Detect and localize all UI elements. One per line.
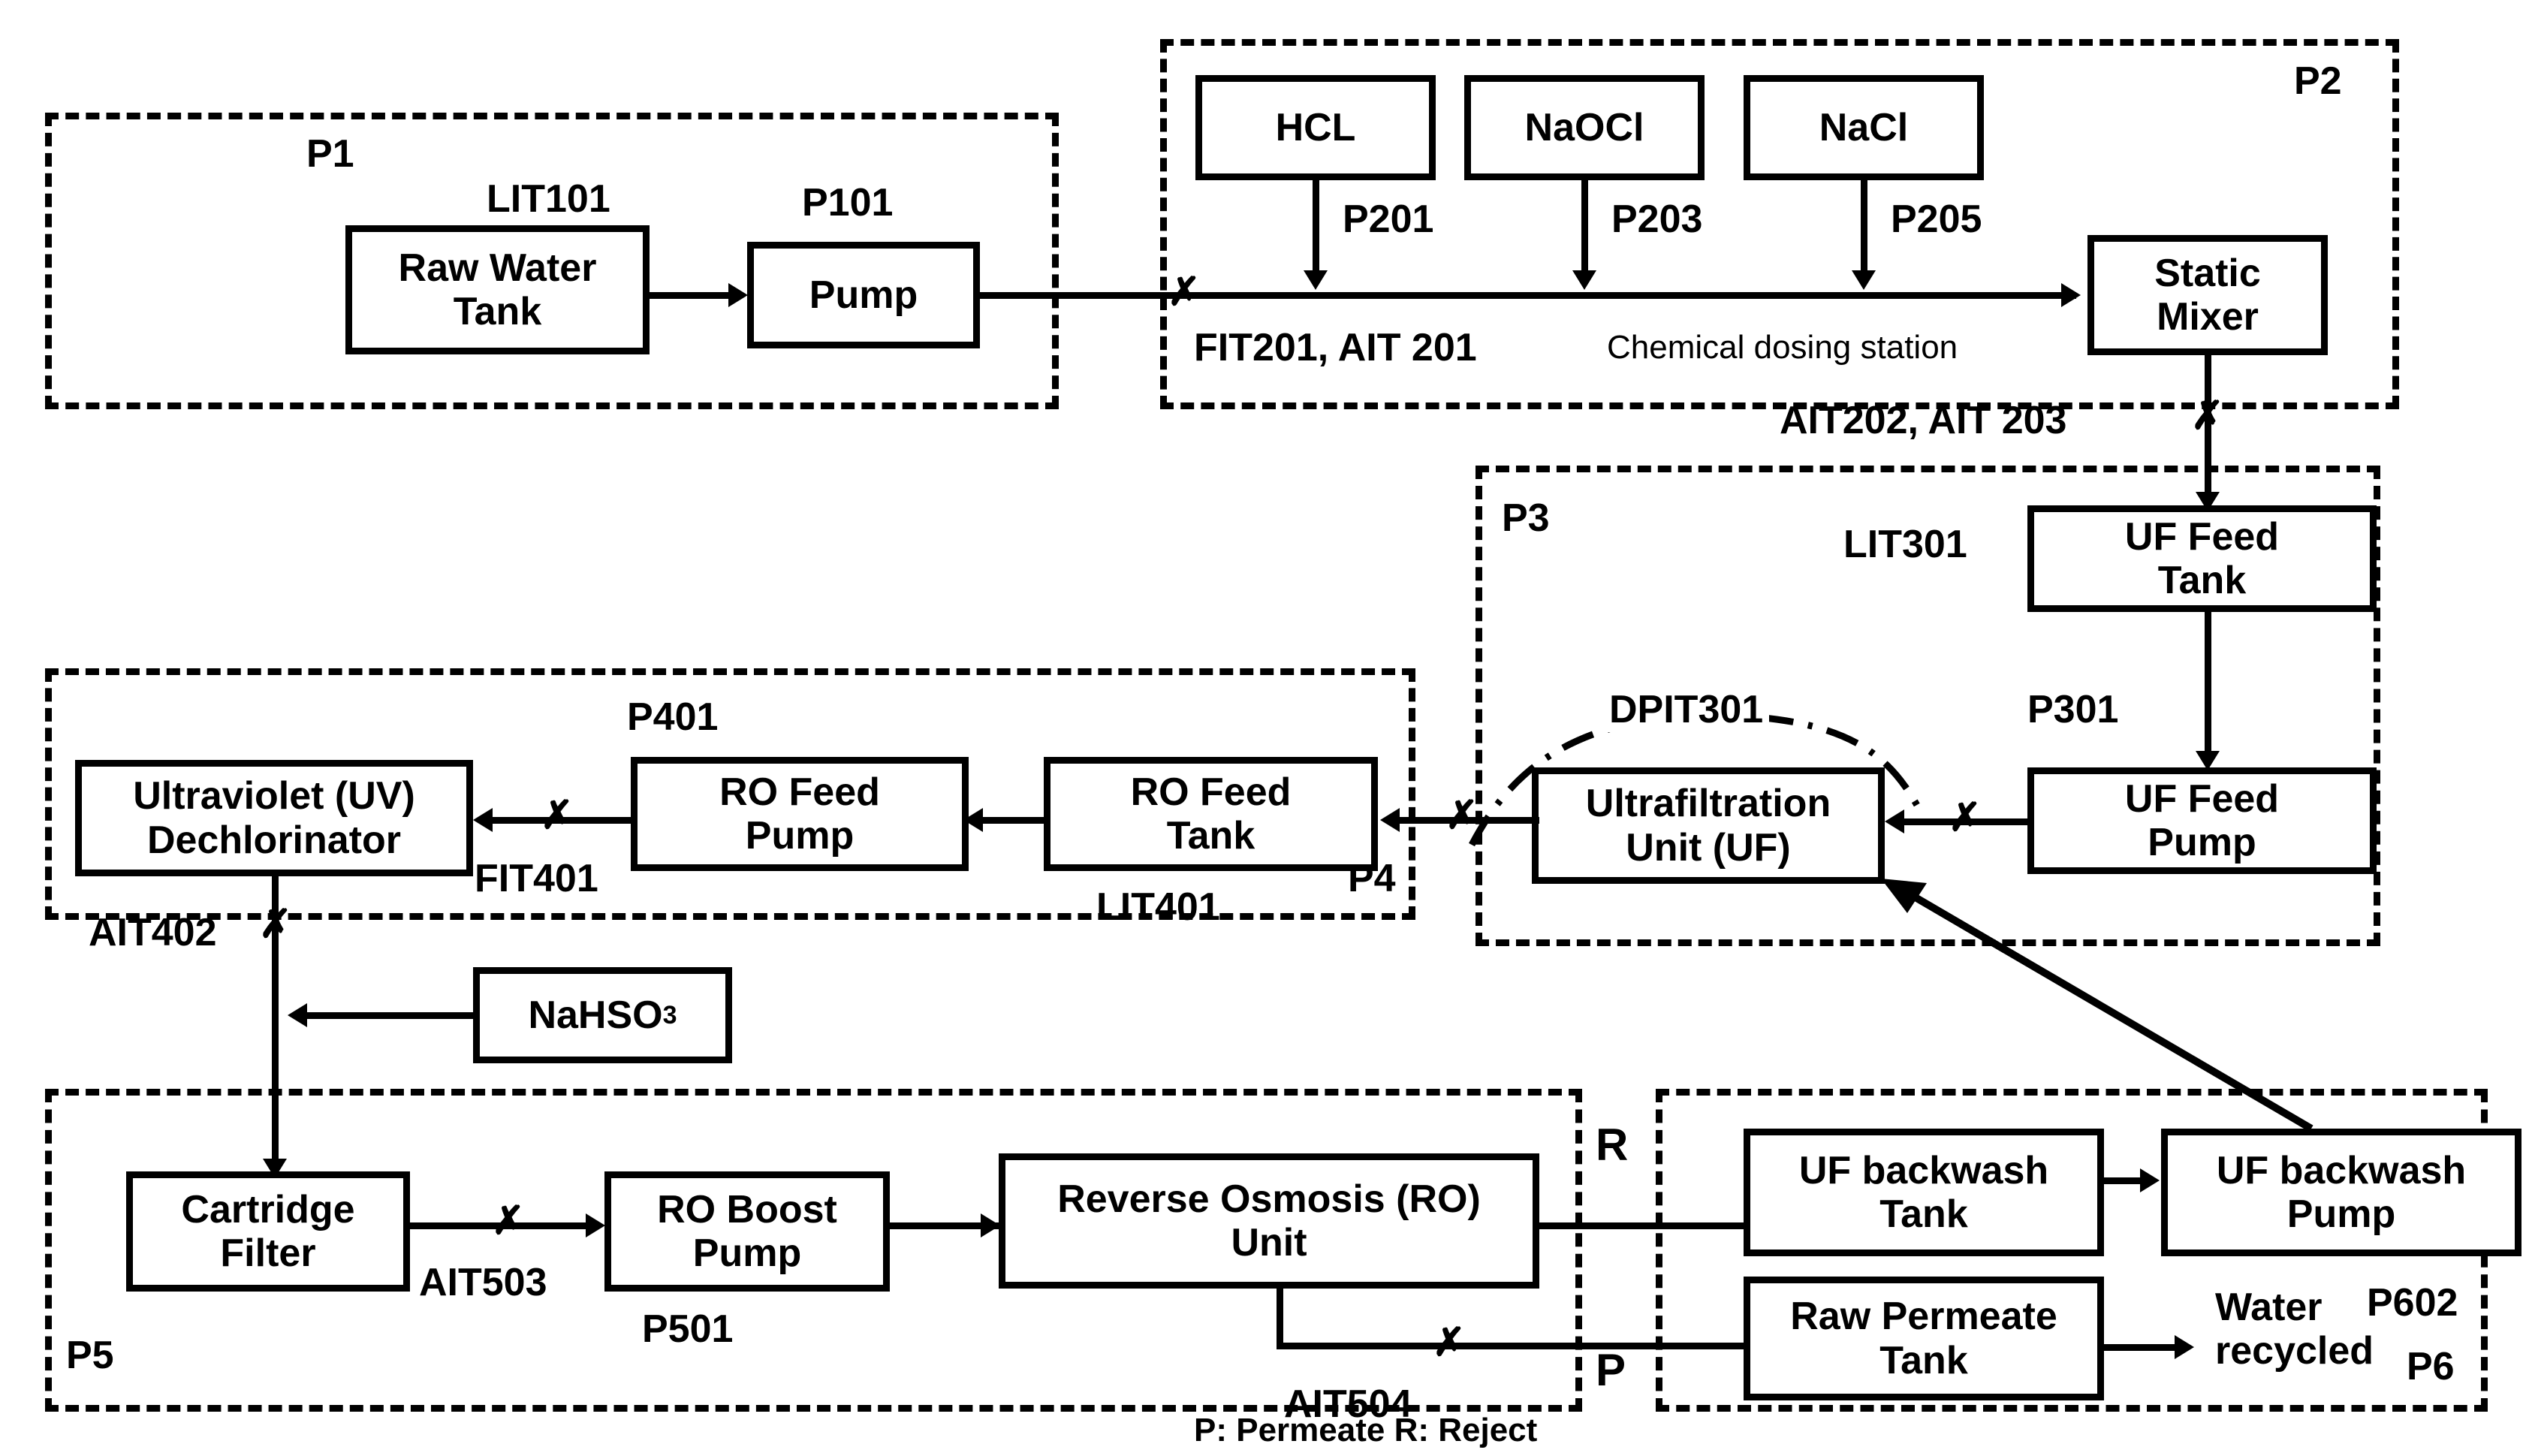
tag-p401: P401 (627, 695, 719, 739)
unit-pump: Pump (747, 242, 980, 348)
unit-uf-backwash-tank: UF backwash Tank (1744, 1129, 2104, 1256)
tag-p301: P301 (2027, 688, 2119, 731)
unit-ultrafiltration-unit: Ultrafiltration Unit (UF) (1532, 767, 1885, 884)
tag-p602: P602 (2367, 1281, 2458, 1325)
tag-p201: P201 (1343, 197, 1434, 241)
flow-uftank-to-ufpump (2205, 612, 2211, 762)
arrow-rofeedpump-to-uv (473, 808, 493, 832)
zone-p5-label: P5 (66, 1334, 114, 1377)
tag-chemical-dosing-station: Chemical dosing station (1607, 329, 1958, 366)
arrow-naocl-dose (1572, 270, 1596, 290)
unit-uf-backwash-pump: UF backwash Pump (2161, 1129, 2521, 1256)
tag-lit101: LIT101 (487, 177, 610, 221)
arrow-nahso3-dose (288, 1003, 307, 1027)
arrow-hcl-dose (1304, 270, 1328, 290)
valve-uf-outlet: ✗ (1445, 794, 1479, 837)
unit-cartridge-filter: Cartridge Filter (126, 1171, 410, 1292)
unit-uf-feed-tank: UF Feed Tank (2027, 505, 2377, 612)
arrow-ufpump-to-uf (1885, 809, 1904, 834)
tag-p501: P501 (642, 1307, 734, 1351)
flow-nahso3-dose (300, 1012, 475, 1019)
tag-lit301: LIT301 (1843, 523, 1967, 566)
tag-p101: P101 (802, 181, 894, 225)
tag-reject: R (1596, 1120, 1629, 1170)
flow-naocl-dose (1581, 180, 1588, 276)
zone-p6-label: P6 (2407, 1345, 2455, 1388)
arrow-boost-to-ro (981, 1213, 1000, 1237)
flow-hcl-dose (1313, 180, 1319, 276)
nahso3-subscript: 3 (662, 1000, 677, 1029)
unit-ro-feed-tank: RO Feed Tank (1044, 757, 1378, 871)
flow-bwtank-to-bwpump (2104, 1177, 2143, 1184)
arrow-tank-to-pump (728, 283, 748, 307)
valve-ait503: ✗ (492, 1199, 525, 1243)
flow-rofeedtank-to-pump (976, 817, 1045, 824)
unit-naocl: NaOCl (1464, 75, 1705, 180)
flow-tank-to-pump (650, 292, 732, 299)
tag-lit401: LIT401 (1096, 885, 1220, 929)
arrow-cartridge-to-boost (586, 1213, 605, 1237)
flow-ro-permeate-drop (1277, 1284, 1283, 1349)
tag-p205: P205 (1891, 197, 1982, 241)
arrow-permeate-to-recycled (2175, 1335, 2194, 1359)
unit-ro-unit: Reverse Osmosis (RO) Unit (999, 1153, 1539, 1289)
unit-nacl: NaCl (1744, 75, 1984, 180)
valve-ait504: ✗ (1433, 1321, 1466, 1364)
tag-ait202-ait203: AIT202, AIT 203 (1780, 399, 2067, 442)
unit-ro-feed-pump: RO Feed Pump (631, 757, 969, 871)
unit-ro-boost-pump: RO Boost Pump (604, 1171, 890, 1292)
flow-permeate-to-recycled (2104, 1344, 2179, 1351)
valve-fit401: ✗ (541, 794, 574, 837)
arrow-to-uf-feed-tank (2196, 492, 2220, 511)
arrow-rofeedtank-to-pump (963, 808, 983, 832)
valve-ait402: ✗ (259, 903, 292, 946)
arrow-nacl-dose (1852, 270, 1876, 290)
unit-hcl: HCL (1195, 75, 1436, 180)
unit-static-mixer: Static Mixer (2087, 235, 2328, 355)
tag-water-recycled: Water recycled (2215, 1286, 2374, 1373)
zone-p3-label: P3 (1502, 496, 1550, 540)
tag-fit401: FIT401 (475, 857, 598, 900)
arrow-uf-to-rofeedtank (1380, 808, 1400, 832)
process-flow-diagram: P1 LIT101 Raw Water Tank P101 Pump ✗ P2 … (0, 0, 2526, 1456)
valve-uf-inlet: ✗ (1949, 796, 1982, 840)
unit-nahso3: NaHSO 3 (473, 967, 732, 1063)
zone-p2-label: P2 (2294, 59, 2342, 103)
zone-p1-label: P1 (306, 132, 354, 176)
nahso3-formula: NaHSO (528, 993, 663, 1037)
tag-permeate: P (1596, 1345, 1626, 1395)
unit-raw-permeate-tank: Raw Permeate Tank (1744, 1277, 2104, 1400)
tag-p203: P203 (1611, 197, 1703, 241)
unit-uv-dechlorinator: Ultraviolet (UV) Dechlorinator (75, 760, 473, 876)
tag-ait402: AIT402 (89, 911, 217, 954)
valve-ait202-ait203: ✗ (2191, 394, 2224, 438)
tag-dpit301: DPIT301 (1603, 687, 1770, 732)
tag-fit201-ait201: FIT201, AIT 201 (1194, 326, 1477, 369)
legend-permeate-reject: P: Permeate R: Reject (1194, 1412, 1538, 1448)
arrow-bwtank-to-bwpump (2140, 1168, 2160, 1192)
unit-uf-feed-pump: UF Feed Pump (2027, 767, 2377, 874)
unit-raw-water-tank: Raw Water Tank (345, 225, 650, 354)
tag-ait503: AIT503 (419, 1261, 547, 1304)
flow-nacl-dose (1861, 180, 1867, 276)
